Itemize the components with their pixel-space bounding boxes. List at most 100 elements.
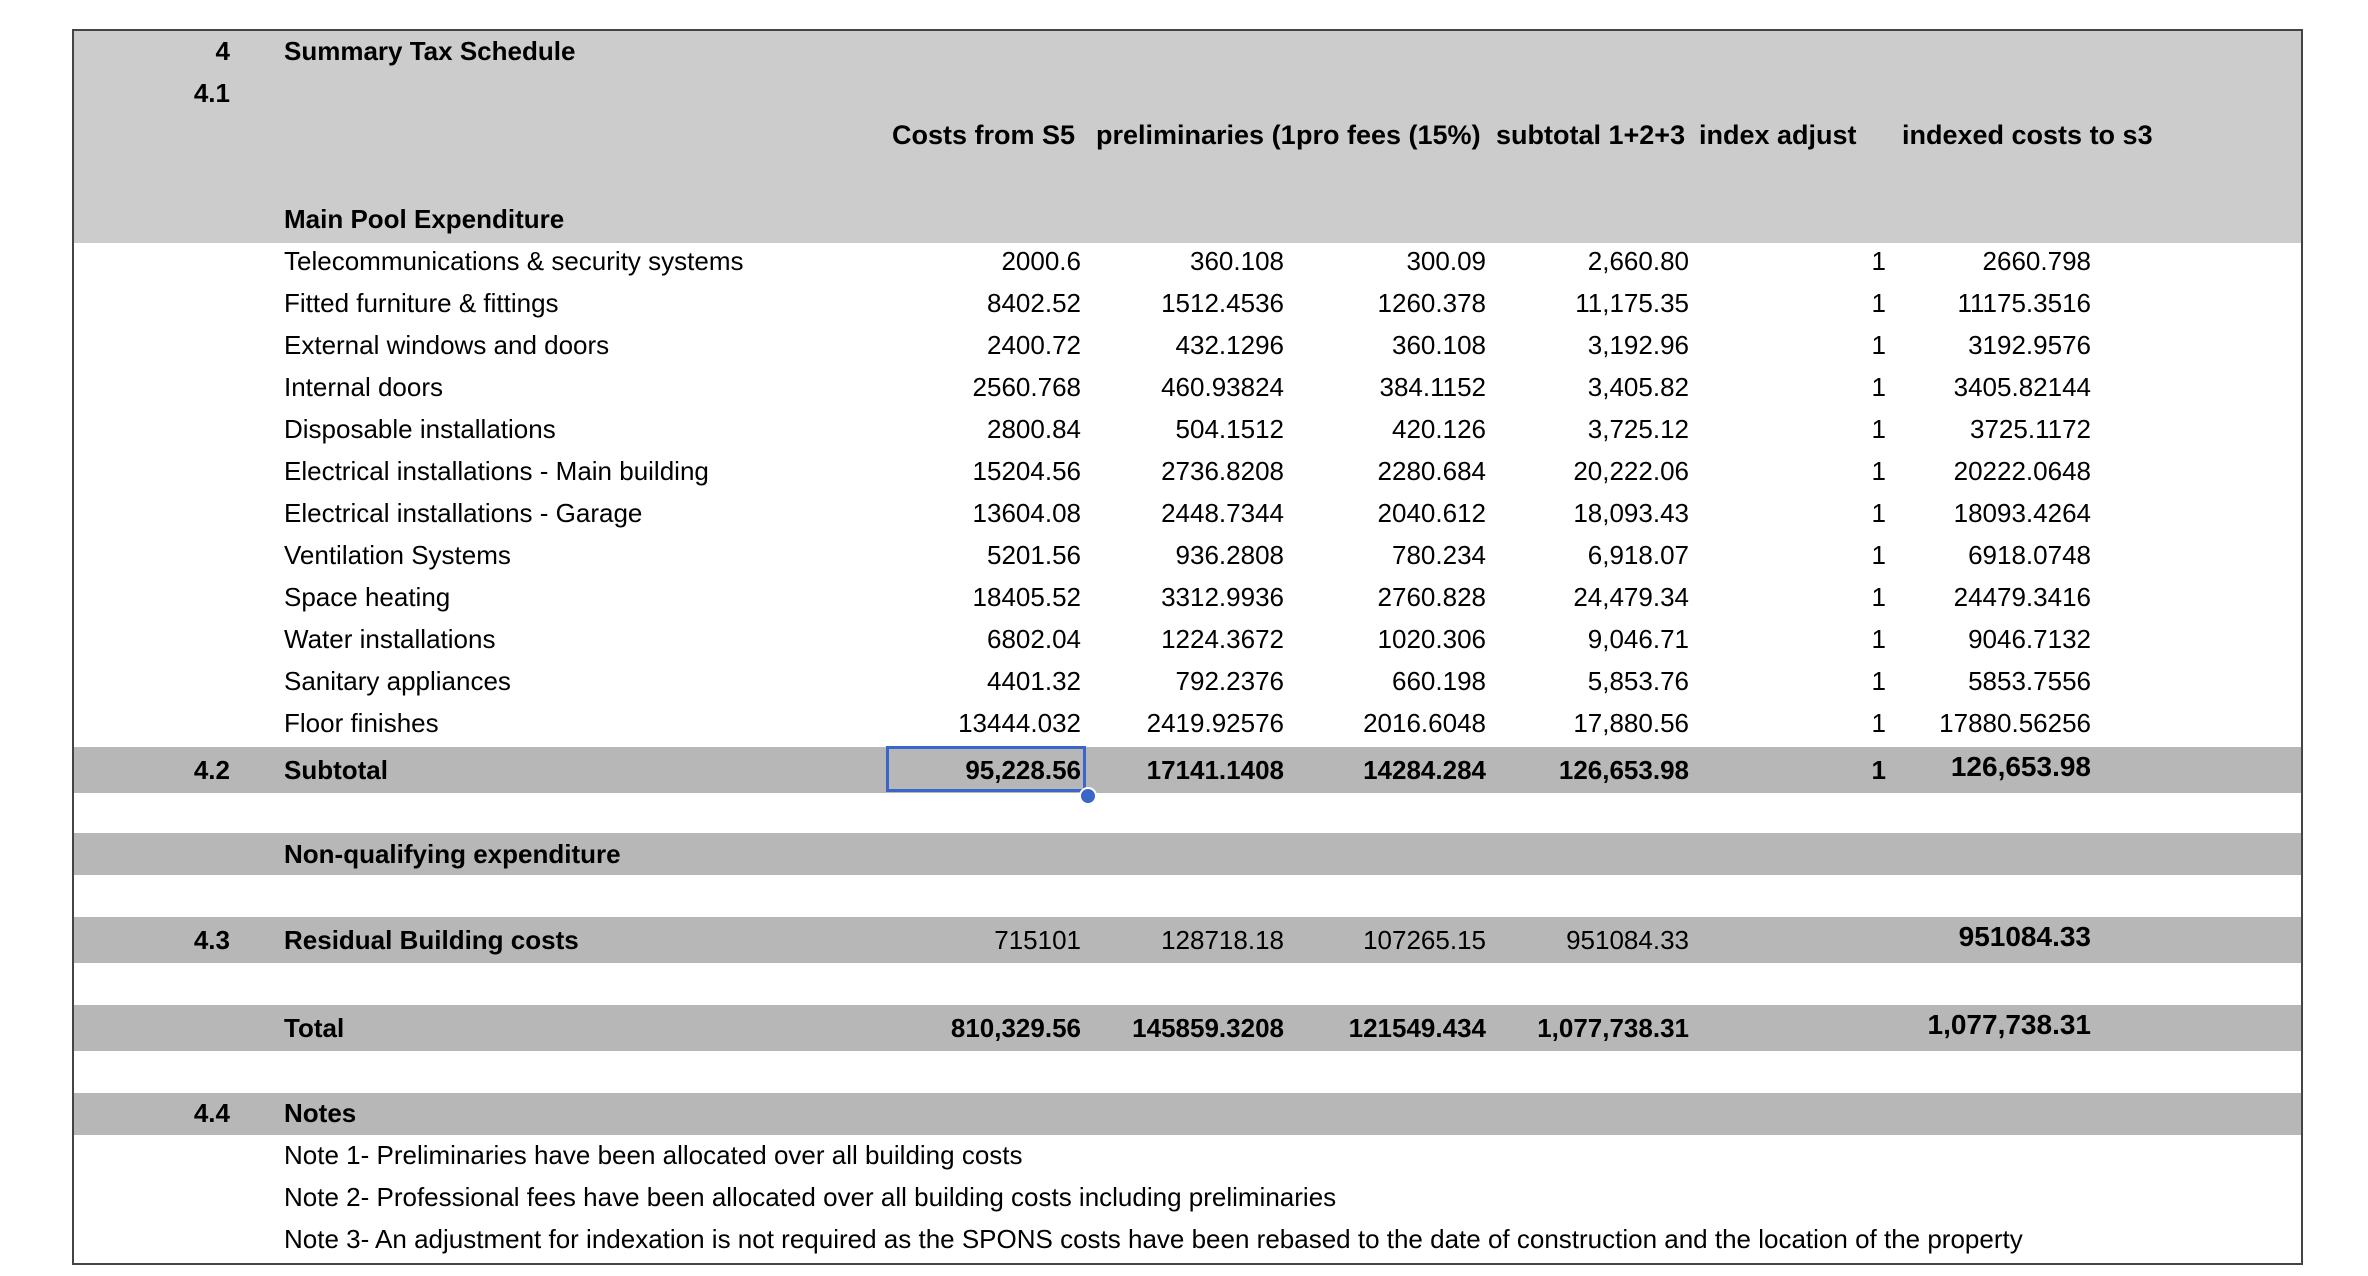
row-label[interactable]: Internal doors [284, 372, 443, 402]
main-pool-label[interactable]: Main Pool Expenditure [284, 204, 564, 234]
subtotal-label[interactable]: Subtotal [284, 755, 388, 785]
total-indexed[interactable]: 1,077,738.31 [1928, 1010, 2092, 1040]
row-costs[interactable]: 2560.768 [973, 372, 1081, 402]
row-label[interactable]: Ventilation Systems [284, 540, 511, 570]
row-prelims[interactable]: 792.2376 [1176, 666, 1284, 696]
row-label[interactable]: Disposable installations [284, 414, 556, 444]
note-1[interactable]: Note 1- Preliminaries have been allocate… [284, 1140, 1023, 1170]
row-indexed[interactable]: 9046.7132 [1968, 624, 2091, 654]
row-pro-fees[interactable]: 780.234 [1392, 540, 1486, 570]
row-subtotal[interactable]: 9,046.71 [1588, 624, 1689, 654]
row-prelims[interactable]: 504.1512 [1176, 414, 1284, 444]
row-costs[interactable]: 6802.04 [987, 624, 1081, 654]
total-label[interactable]: Total [284, 1013, 344, 1043]
row-subtotal[interactable]: 11,175.35 [1575, 288, 1689, 318]
row-costs[interactable]: 2000.6 [1001, 246, 1081, 276]
row-label[interactable]: Fitted furniture & fittings [284, 288, 559, 318]
row-prelims[interactable]: 936.2808 [1176, 540, 1284, 570]
note-2[interactable]: Note 2- Professional fees have been allo… [284, 1182, 1336, 1212]
row-pro-fees[interactable]: 660.198 [1392, 666, 1486, 696]
row-pro-fees[interactable]: 420.126 [1392, 414, 1486, 444]
row-index-adjust[interactable]: 1 [1872, 246, 1886, 276]
row-indexed[interactable]: 17880.56256 [1939, 708, 2091, 738]
row-indexed[interactable]: 5853.7556 [1968, 666, 2091, 696]
row-index-adjust[interactable]: 1 [1872, 330, 1886, 360]
col-header-index-adjust[interactable]: index adjust [1699, 120, 1857, 150]
row-prelims[interactable]: 2736.8208 [1161, 456, 1284, 486]
nonqual-label[interactable]: Non-qualifying expenditure [284, 839, 621, 869]
row-subtotal[interactable]: 5,853.76 [1588, 666, 1689, 696]
total-prelims[interactable]: 145859.3208 [1132, 1013, 1284, 1043]
row-pro-fees[interactable]: 384.1152 [1379, 372, 1486, 402]
row-subtotal[interactable]: 20,222.06 [1573, 456, 1689, 486]
fill-handle[interactable] [1079, 787, 1097, 805]
subtotal-prelims[interactable]: 17141.1408 [1147, 755, 1284, 785]
row-label[interactable]: External windows and doors [284, 330, 609, 360]
row-indexed[interactable]: 3405.82144 [1954, 372, 2091, 402]
row-indexed[interactable]: 3725.1172 [1970, 414, 2091, 444]
row-indexed[interactable]: 20222.0648 [1954, 456, 2091, 486]
residual-subtotal[interactable]: 951084.33 [1566, 925, 1689, 955]
row-index-adjust[interactable]: 1 [1872, 708, 1886, 738]
row-subtotal[interactable]: 3,192.96 [1588, 330, 1689, 360]
subtotal-index-adjust[interactable]: 1 [1872, 755, 1886, 785]
row-indexed[interactable]: 3192.9576 [1968, 330, 2091, 360]
row-index-adjust[interactable]: 1 [1872, 288, 1886, 318]
row-costs[interactable]: 8402.52 [987, 288, 1081, 318]
row-prelims[interactable]: 460.93824 [1161, 372, 1284, 402]
row-costs[interactable]: 2400.72 [987, 330, 1081, 360]
row-costs[interactable]: 13604.08 [973, 498, 1081, 528]
row-subtotal[interactable]: 3,405.82 [1588, 372, 1689, 402]
row-index-adjust[interactable]: 1 [1872, 372, 1886, 402]
row-prelims[interactable]: 360.108 [1190, 246, 1284, 276]
total-costs[interactable]: 810,329.56 [951, 1013, 1081, 1043]
row-pro-fees[interactable]: 2016.6048 [1363, 708, 1486, 738]
residual-indexed[interactable]: 951084.33 [1959, 922, 2091, 952]
row-prelims[interactable]: 1224.3672 [1161, 624, 1284, 654]
notes-label[interactable]: Notes [284, 1098, 356, 1128]
row-index-adjust[interactable]: 1 [1872, 666, 1886, 696]
row-costs[interactable]: 2800.84 [987, 414, 1081, 444]
residual-costs[interactable]: 715101 [994, 925, 1081, 955]
row-pro-fees[interactable]: 1260.378 [1378, 288, 1486, 318]
row-costs[interactable]: 5201.56 [987, 540, 1081, 570]
row-pro-fees[interactable]: 300.09 [1406, 246, 1486, 276]
row-label[interactable]: Water installations [284, 624, 495, 654]
row-costs[interactable]: 13444.032 [958, 708, 1081, 738]
residual-pro-fees[interactable]: 107265.15 [1363, 925, 1486, 955]
note-3[interactable]: Note 3- An adjustment for indexation is … [284, 1224, 2023, 1254]
row-subtotal[interactable]: 17,880.56 [1573, 708, 1689, 738]
row-costs[interactable]: 4401.32 [987, 666, 1081, 696]
subtotal-indexed[interactable]: 126,653.98 [1951, 752, 2091, 782]
row-subtotal[interactable]: 2,660.80 [1588, 246, 1689, 276]
row-label[interactable]: Floor finishes [284, 708, 439, 738]
row-pro-fees[interactable]: 1020.306 [1378, 624, 1486, 654]
row-index-adjust[interactable]: 1 [1872, 414, 1886, 444]
subtotal-pro-fees[interactable]: 14284.284 [1363, 755, 1486, 785]
row-prelims[interactable]: 3312.9936 [1161, 582, 1284, 612]
total-subtotal[interactable]: 1,077,738.31 [1537, 1013, 1689, 1043]
row-pro-fees[interactable]: 360.108 [1392, 330, 1486, 360]
row-index-adjust[interactable]: 1 [1872, 540, 1886, 570]
subtotal-subtotal[interactable]: 126,653.98 [1559, 755, 1689, 785]
row-label[interactable]: Electrical installations - Garage [284, 498, 642, 528]
col-header-indexed-costs[interactable]: indexed costs to s3 [1902, 120, 2153, 150]
row-index-adjust[interactable]: 1 [1872, 582, 1886, 612]
row-indexed[interactable]: 2660.798 [1983, 246, 2091, 276]
residual-label[interactable]: Residual Building costs [284, 925, 579, 955]
row-label[interactable]: Space heating [284, 582, 450, 612]
col-header-subtotal[interactable]: subtotal 1+2+3 [1496, 120, 1685, 150]
schedule-title[interactable]: Summary Tax Schedule [284, 36, 575, 66]
row-costs[interactable]: 18405.52 [973, 582, 1081, 612]
row-pro-fees[interactable]: 2040.612 [1378, 498, 1486, 528]
row-prelims[interactable]: 2419.92576 [1147, 708, 1284, 738]
row-subtotal[interactable]: 6,918.07 [1588, 540, 1689, 570]
row-label[interactable]: Sanitary appliances [284, 666, 511, 696]
row-indexed[interactable]: 11175.3516 [1957, 288, 2091, 318]
residual-prelims[interactable]: 128718.18 [1161, 925, 1284, 955]
total-pro-fees[interactable]: 121549.434 [1349, 1013, 1486, 1043]
row-prelims[interactable]: 1512.4536 [1161, 288, 1284, 318]
row-prelims[interactable]: 2448.7344 [1161, 498, 1284, 528]
row-index-adjust[interactable]: 1 [1872, 498, 1886, 528]
row-indexed[interactable]: 6918.0748 [1968, 540, 2091, 570]
